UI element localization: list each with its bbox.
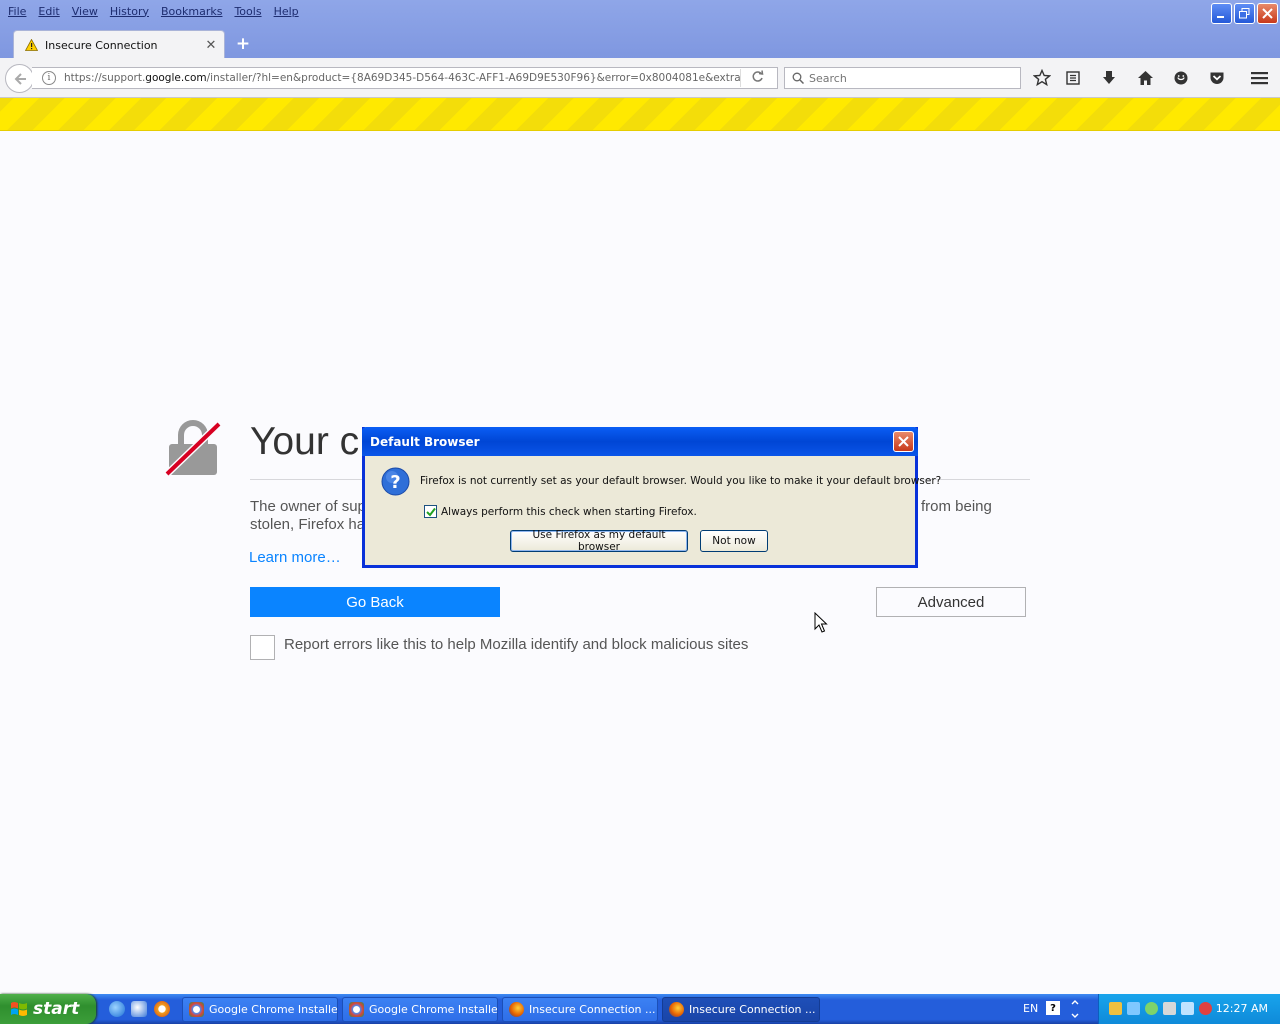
windows-flag-icon bbox=[11, 1002, 27, 1016]
system-tray: 12:27 AM bbox=[1098, 994, 1280, 1024]
always-check-label: Always perform this check when starting … bbox=[441, 506, 697, 518]
chrome-installer-icon bbox=[189, 1002, 204, 1017]
connection-tray-icon[interactable] bbox=[1163, 1002, 1176, 1015]
new-tab-button[interactable]: + bbox=[233, 34, 253, 54]
question-icon: ? bbox=[381, 467, 410, 496]
download-icon[interactable] bbox=[1099, 68, 1119, 88]
menu-file[interactable]: File bbox=[4, 5, 34, 18]
site-info-icon[interactable]: i bbox=[42, 71, 56, 85]
description-line2-left: stolen, Firefox ha bbox=[250, 516, 366, 533]
menu-tools[interactable]: Tools bbox=[230, 5, 269, 18]
report-errors-checkbox[interactable] bbox=[250, 635, 275, 660]
dialog-titlebar[interactable]: Default Browser bbox=[362, 427, 918, 456]
use-firefox-default-button[interactable]: Use Firefox as my default browser bbox=[510, 529, 688, 553]
checkmark-icon bbox=[425, 507, 436, 517]
tab-insecure-connection[interactable]: Insecure Connection ✕ bbox=[13, 30, 225, 59]
menu-view[interactable]: View bbox=[68, 5, 106, 18]
star-icon[interactable] bbox=[1032, 68, 1052, 88]
task-label: Insecure Connection ... bbox=[529, 1003, 656, 1016]
menu-help[interactable]: Help bbox=[270, 5, 307, 18]
arrow-left-icon bbox=[14, 72, 26, 85]
svg-text:?: ? bbox=[390, 472, 400, 493]
shield-tray-icon[interactable] bbox=[1199, 1002, 1212, 1015]
back-button[interactable] bbox=[5, 64, 34, 93]
search-icon bbox=[792, 72, 804, 84]
report-errors-label: Report errors like this to help Mozilla … bbox=[284, 636, 749, 653]
media-player-quicklaunch-icon[interactable] bbox=[154, 1001, 170, 1017]
security-tray-icon[interactable] bbox=[1145, 1002, 1158, 1015]
menu-edit[interactable]: Edit bbox=[34, 5, 67, 18]
help-icon[interactable]: ? bbox=[1046, 1001, 1060, 1015]
home-icon[interactable] bbox=[1135, 68, 1155, 88]
page-title: Your c bbox=[250, 420, 360, 463]
taskbar: start Google Chrome Installer Google Chr… bbox=[0, 994, 1280, 1024]
url-text[interactable]: https://support.google.com/installer/?hl… bbox=[64, 72, 740, 84]
clock: 12:27 AM bbox=[1215, 1002, 1268, 1015]
tray-expand-icon[interactable] bbox=[1070, 1000, 1080, 1018]
tab-title: Insecure Connection bbox=[45, 38, 158, 52]
task-insecure-connection-1[interactable]: Insecure Connection ... bbox=[502, 997, 658, 1022]
reading-list-icon[interactable] bbox=[1063, 68, 1083, 88]
task-label: Google Chrome Installer bbox=[209, 1003, 338, 1016]
learn-more-link[interactable]: Learn more… bbox=[249, 549, 341, 566]
go-back-button[interactable]: Go Back bbox=[250, 587, 500, 617]
ie-quicklaunch-icon[interactable] bbox=[109, 1001, 125, 1017]
dialog-message: Firefox is not currently set as your def… bbox=[420, 475, 942, 487]
start-label: start bbox=[33, 999, 80, 1019]
not-now-button[interactable]: Not now bbox=[700, 530, 768, 552]
display-tray-icon[interactable] bbox=[1127, 1002, 1140, 1015]
network-tray-icon[interactable] bbox=[1109, 1002, 1122, 1015]
warning-icon bbox=[25, 39, 38, 51]
window-close-button[interactable] bbox=[1257, 3, 1278, 24]
always-check-checkbox[interactable] bbox=[424, 505, 437, 518]
advanced-button[interactable]: Advanced bbox=[876, 587, 1026, 617]
mouse-cursor-icon bbox=[814, 612, 828, 633]
default-browser-dialog: Default Browser ? Firefox is not current… bbox=[362, 427, 941, 568]
menu-bookmarks[interactable]: Bookmarks bbox=[157, 5, 230, 18]
dialog-title: Default Browser bbox=[370, 434, 480, 449]
search-input[interactable] bbox=[809, 71, 1009, 85]
chrome-installer-icon bbox=[349, 1002, 364, 1017]
task-chrome-installer-2[interactable]: Google Chrome Installer bbox=[342, 997, 498, 1022]
restore-button[interactable] bbox=[1234, 3, 1255, 24]
desktop-quicklaunch-icon[interactable] bbox=[131, 1001, 147, 1017]
firefox-icon bbox=[509, 1002, 524, 1017]
menu-bar: File Edit View History Bookmarks Tools H… bbox=[0, 0, 307, 22]
description-line1-right: from being bbox=[921, 498, 992, 515]
language-indicator[interactable]: EN bbox=[1023, 1002, 1038, 1015]
close-icon bbox=[898, 436, 909, 447]
nav-bar: i https://support.google.com/installer/?… bbox=[0, 58, 1280, 98]
hamburger-menu-icon[interactable] bbox=[1249, 68, 1269, 88]
firefox-icon bbox=[669, 1002, 684, 1017]
reload-icon[interactable] bbox=[741, 69, 773, 87]
start-button[interactable]: start bbox=[0, 994, 96, 1024]
task-label: Google Chrome Installer bbox=[369, 1003, 498, 1016]
tab-close-icon[interactable]: ✕ bbox=[203, 38, 219, 53]
minimize-button[interactable] bbox=[1211, 3, 1232, 24]
url-bar[interactable]: i https://support.google.com/installer/?… bbox=[32, 67, 778, 89]
dialog-close-button[interactable] bbox=[893, 431, 914, 452]
chat-icon[interactable] bbox=[1171, 68, 1191, 88]
warning-stripe bbox=[0, 98, 1280, 131]
search-bar[interactable] bbox=[784, 67, 1021, 89]
pocket-icon[interactable] bbox=[1207, 68, 1227, 88]
broken-lock-icon bbox=[164, 420, 222, 477]
task-insecure-connection-2[interactable]: Insecure Connection ... bbox=[662, 997, 820, 1022]
menu-history[interactable]: History bbox=[106, 5, 157, 18]
task-chrome-installer-1[interactable]: Google Chrome Installer bbox=[182, 997, 338, 1022]
task-label: Insecure Connection ... bbox=[689, 1003, 816, 1016]
description-line1-left: The owner of sup bbox=[250, 498, 366, 515]
users-tray-icon[interactable] bbox=[1181, 1002, 1194, 1015]
window-controls bbox=[1211, 3, 1278, 24]
